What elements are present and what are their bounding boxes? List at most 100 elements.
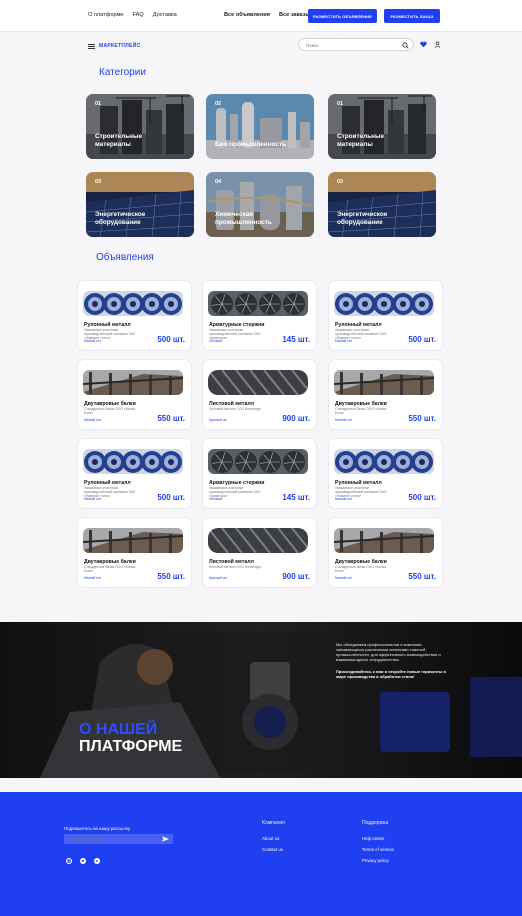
footer-link-help[interactable]: Help center (362, 836, 394, 841)
ad-meta-link[interactable]: Мелкий опт (335, 339, 352, 343)
subscribe-box (64, 834, 173, 844)
ad-meta-link[interactable]: Мелкий опт (335, 576, 352, 580)
top-link-all-orders[interactable]: Все заказы (279, 12, 310, 18)
ad-card[interactable]: Арматурные стержни Уважаемые участники п… (203, 281, 316, 350)
ad-quantity: 550 шт. (157, 572, 185, 581)
flag-icon (430, 389, 436, 395)
ad-meta-link[interactable]: Мелкий опт (84, 339, 101, 343)
ad-quantity: 500 шт. (408, 335, 436, 344)
category-card[interactable]: 04 Химическая промышленность (206, 172, 314, 237)
menu-icon[interactable] (88, 44, 95, 49)
category-number: 04 (215, 179, 222, 185)
instagram-icon[interactable] (66, 858, 72, 864)
page: О платформе FAQ Доставка Все объявления … (0, 0, 522, 916)
ad-quantity: 145 шт. (282, 335, 310, 344)
ad-card[interactable]: Двутавровые балки Стандартные балки ООО … (78, 518, 191, 587)
category-label: Химическая промышленность (215, 211, 272, 226)
brand-logo[interactable]: МАРКЕТПЛЕЙС (99, 43, 141, 49)
place-order-button[interactable]: РАЗМЕСТИТЬ ЗАКАЗ (384, 9, 440, 23)
ad-quantity: 500 шт. (408, 493, 436, 502)
ad-meta-link[interactable]: Оптовые (209, 339, 222, 343)
footer-col-company: Компания About us Contact us (262, 820, 285, 858)
category-card[interactable]: 01 Строительные материалы (86, 94, 194, 159)
ad-image (83, 449, 183, 474)
flag-icon (430, 310, 436, 316)
ad-meta-link[interactable]: Мелкий опт (84, 576, 101, 580)
youtube-icon[interactable] (94, 858, 100, 864)
category-number: 01 (95, 101, 102, 107)
search-icon[interactable] (402, 41, 409, 49)
email-field[interactable] (69, 836, 149, 842)
ad-meta-link[interactable]: Мелкий опт (84, 418, 101, 422)
top-links: О платформе FAQ Доставка (88, 12, 177, 18)
category-card[interactable]: 01 Строительные материалы (328, 94, 436, 159)
top-link-about[interactable]: О платформе (88, 12, 124, 18)
flag-icon (179, 547, 185, 553)
ad-meta-link[interactable]: Крупный опт (209, 418, 228, 422)
category-card[interactable]: 02 Био промышленность (206, 94, 314, 159)
category-image (328, 94, 436, 159)
footer-link-contact[interactable]: Contact us (262, 847, 285, 852)
twitter-icon[interactable] (80, 858, 86, 864)
ad-meta: Мелкий опт (84, 418, 101, 422)
ad-quantity: 500 шт. (157, 335, 185, 344)
ad-quantity: 550 шт. (408, 414, 436, 423)
ad-quantity: 550 шт. (408, 572, 436, 581)
search-input[interactable] (306, 41, 396, 49)
ad-quantity: 500 шт. (157, 493, 185, 502)
top-link-all-ads[interactable]: Все объявления (224, 12, 270, 18)
ad-meta-link[interactable]: Крупный опт (209, 576, 228, 580)
ad-card[interactable]: Рулонный металл Уважаемые участники прои… (78, 439, 191, 508)
user-icon[interactable] (434, 41, 441, 48)
ad-card[interactable]: Листовой металл Листовой металл ООО Мета… (203, 360, 316, 429)
ad-card[interactable]: Арматурные стержни Уважаемые участники п… (203, 439, 316, 508)
ad-meta-link[interactable]: Мелкий опт (84, 497, 101, 501)
category-image (328, 172, 436, 237)
top-link-delivery[interactable]: Доставка (153, 12, 177, 18)
ad-meta: Мелкий опт (84, 497, 101, 501)
ad-meta: Мелкий опт (335, 497, 352, 501)
footer-link-terms[interactable]: Terms of service (362, 847, 394, 852)
category-image (206, 94, 314, 159)
footer-col-support-title: Поддержка (362, 820, 389, 826)
social-links (66, 858, 100, 864)
flag-icon (304, 468, 310, 474)
search-box (298, 38, 414, 51)
category-label: Энергетическое оборудование (95, 211, 146, 226)
ad-card[interactable]: Листовой металл Листовой металл ООО Мета… (203, 518, 316, 587)
ad-card[interactable]: Двутавровые балки Стандартные балки ООО … (329, 518, 442, 587)
ad-meta-link[interactable]: Мелкий опт (335, 418, 352, 422)
heart-icon[interactable] (420, 41, 427, 48)
category-number: 01 (337, 101, 344, 107)
top-link-faq[interactable]: FAQ (133, 12, 144, 18)
ad-meta-link[interactable]: Мелкий опт (335, 497, 352, 501)
ad-description: Стандартные балки ООО «Балка-Блок» (84, 407, 137, 415)
flag-icon (304, 310, 310, 316)
ad-meta: Крупный опт (209, 418, 228, 422)
ad-card[interactable]: Рулонный металл Уважаемые участники прои… (78, 281, 191, 350)
category-card[interactable]: 03 Энергетическое оборудование (328, 172, 436, 237)
footer-link-privacy[interactable]: Privacy policy (362, 858, 394, 863)
categories-title: Категории (99, 67, 146, 78)
ad-image (83, 291, 183, 316)
ad-card[interactable]: Двутавровые балки Стандартные балки ООО … (329, 360, 442, 429)
place-ad-button[interactable]: РАЗМЕСТИТЬ ОБЪЯВЛЕНИЕ (308, 9, 377, 23)
category-card[interactable]: 03 Энергетическое оборудование (86, 172, 194, 237)
ad-meta: Оптовые (209, 497, 222, 501)
category-label: Строительные материалы (95, 133, 143, 148)
ad-image (83, 528, 183, 553)
ad-meta: Мелкий опт (335, 576, 352, 580)
ad-image (208, 528, 308, 553)
nav-bar: МАРКЕТПЛЕЙС (0, 32, 522, 58)
ad-card[interactable]: Рулонный металл Уважаемые участники прои… (329, 281, 442, 350)
ad-card[interactable]: Рулонный металл Уважаемые участники прои… (329, 439, 442, 508)
ad-meta-link[interactable]: Оптовые (209, 497, 222, 501)
footer-link-about[interactable]: About us (262, 836, 285, 841)
ad-image (208, 291, 308, 316)
ad-quantity: 900 шт. (282, 414, 310, 423)
send-icon[interactable] (162, 836, 169, 842)
flag-icon (304, 547, 310, 553)
ad-card[interactable]: Двутавровые балки Стандартные балки ООО … (78, 360, 191, 429)
ad-meta: Мелкий опт (335, 418, 352, 422)
footer-col-support: Поддержка Help center Terms of service P… (362, 820, 394, 869)
